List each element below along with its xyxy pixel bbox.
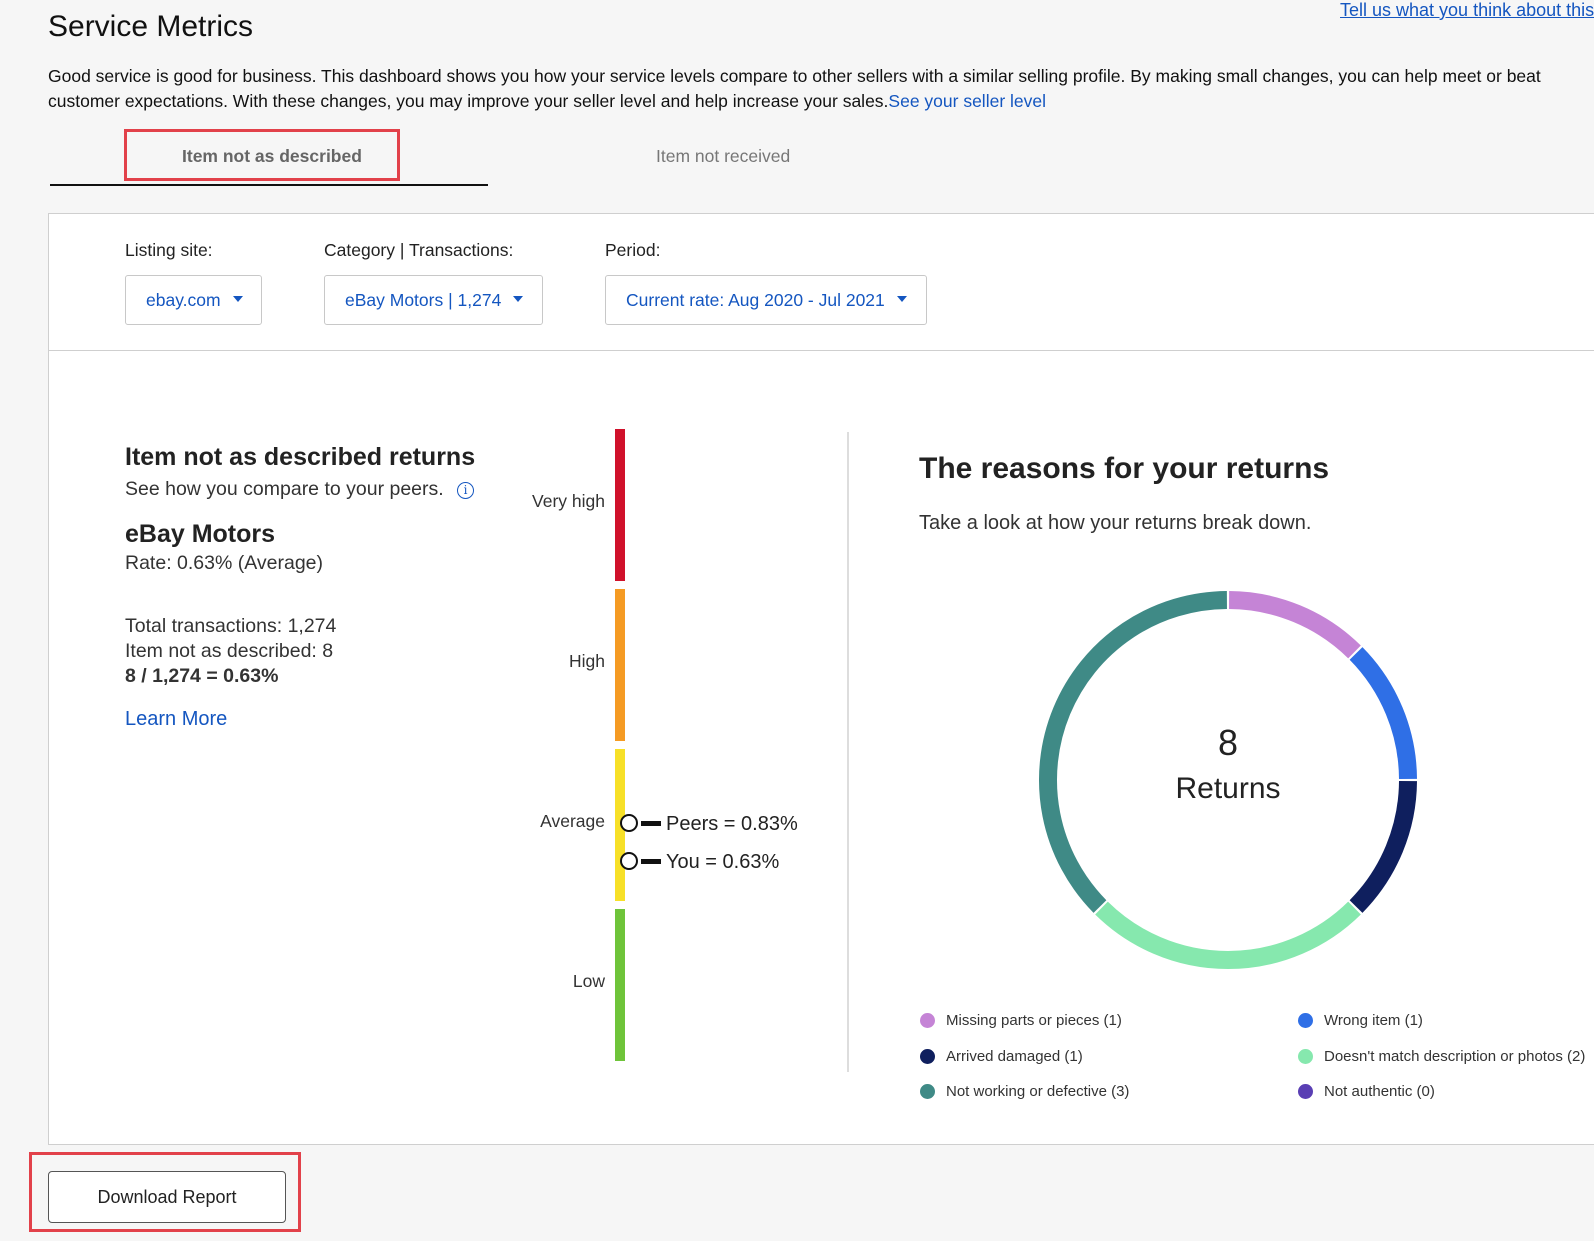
chevron-down-icon [232, 296, 243, 303]
section-divider [847, 432, 849, 1072]
level-label-high: High [569, 651, 605, 671]
page-title: Service Metrics [48, 10, 254, 43]
info-icon[interactable]: i [457, 482, 474, 499]
peers-label: Peers = 0.83% [666, 813, 798, 835]
category-value: eBay Motors | 1,274 [345, 290, 502, 310]
peers-marker [620, 814, 638, 832]
period-label: Period: [605, 240, 661, 260]
scale-segment-high [615, 589, 625, 741]
legend-item: Doesn't match description or photos (2) [1324, 1048, 1586, 1065]
period-dropdown[interactable]: Current rate: Aug 2020 - Jul 2021 [605, 275, 927, 325]
donut-slice-3 [1095, 901, 1361, 969]
chevron-down-icon [896, 296, 907, 303]
listing-site-value: ebay.com [146, 290, 221, 310]
you-marker-tick [641, 859, 661, 864]
donut-slice-1 [1349, 647, 1417, 780]
learn-more-link[interactable]: Learn More [125, 708, 227, 731]
donut-slice-0 [1228, 591, 1361, 659]
category-rate: Rate: 0.63% (Average) [125, 552, 323, 574]
intro-paragraph: Good service is good for business. This … [48, 64, 1594, 114]
download-report-button[interactable]: Download Report [48, 1171, 286, 1223]
legend-item: Missing parts or pieces (1) [946, 1012, 1122, 1029]
legend-dot-icon [1298, 1084, 1313, 1099]
listing-site-label: Listing site: [125, 240, 213, 260]
donut-total-count: 8 [1217, 722, 1239, 763]
rate-formula: 8 / 1,274 = 0.63% [125, 665, 279, 687]
tab-item-not-received[interactable]: Item not received [656, 146, 790, 167]
category-name: eBay Motors [125, 520, 276, 548]
panel-divider [48, 350, 1594, 351]
level-label-very-high: Very high [532, 491, 605, 511]
you-marker [620, 852, 638, 870]
chevron-down-icon [513, 296, 524, 303]
tab-highlight-box [124, 129, 400, 181]
reasons-subtitle: Take a look at how your returns break do… [919, 512, 1312, 534]
legend-dot-icon [920, 1013, 935, 1028]
active-tab-underline [50, 184, 488, 186]
legend-dot-icon [920, 1049, 935, 1064]
legend-dot-icon [920, 1084, 935, 1099]
listing-site-dropdown[interactable]: ebay.com [125, 275, 262, 325]
level-label-average: Average [540, 811, 605, 831]
section-title: Item not as described returns [125, 443, 476, 471]
you-label: You = 0.63% [666, 851, 780, 873]
feedback-link[interactable]: Tell us what you think about this p [1340, 0, 1594, 21]
category-label: Category | Transactions: [324, 240, 514, 260]
legend-item: Not authentic (0) [1324, 1083, 1435, 1100]
legend-item: Not working or defective (3) [946, 1083, 1130, 1100]
legend-dot-icon [1298, 1013, 1313, 1028]
peers-marker-tick [641, 821, 661, 826]
donut-slice-2 [1349, 780, 1417, 913]
total-transactions: Total transactions: 1,274 [125, 615, 337, 637]
donut-total-label: Returns [1175, 772, 1281, 805]
seller-level-link[interactable]: See your seller level [888, 91, 1046, 111]
category-dropdown[interactable]: eBay Motors | 1,274 [324, 275, 543, 325]
level-label-low: Low [572, 971, 605, 991]
scale-segment-low [615, 909, 625, 1061]
legend-item: Wrong item (1) [1324, 1012, 1423, 1029]
intro-text: Good service is good for business. This … [48, 66, 1541, 111]
reasons-title: The reasons for your returns [919, 452, 1330, 485]
legend-dot-icon [1298, 1049, 1313, 1064]
section-subtitle: See how you compare to your peers. [125, 478, 444, 500]
inad-count: Item not as described: 8 [125, 640, 334, 662]
legend-item: Arrived damaged (1) [946, 1048, 1083, 1065]
period-value: Current rate: Aug 2020 - Jul 2021 [626, 290, 885, 310]
scale-segment-very-high [615, 429, 625, 581]
